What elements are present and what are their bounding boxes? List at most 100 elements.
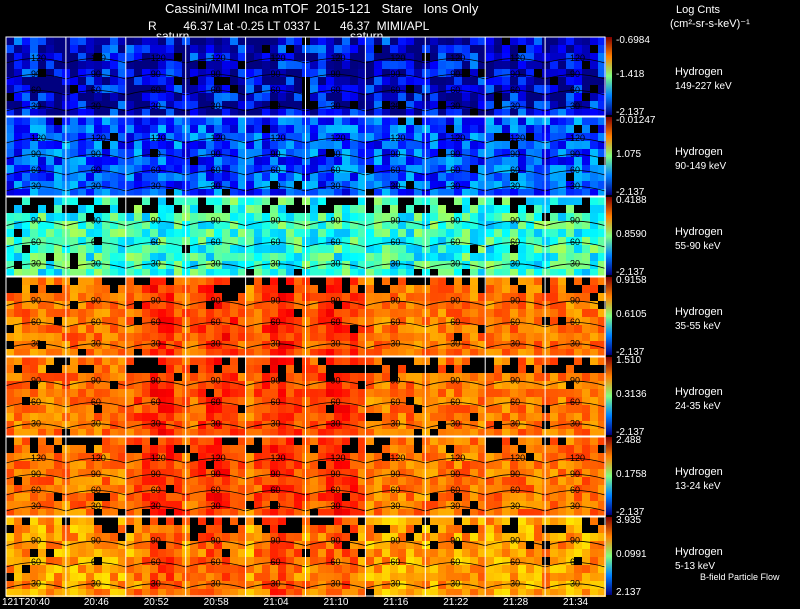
contour-label: 90 xyxy=(570,536,580,546)
contour-label: 60 xyxy=(271,165,281,175)
contour-label: 30 xyxy=(390,101,400,111)
contour-label: 90 xyxy=(151,536,161,546)
contour-label: 60 xyxy=(91,397,101,407)
contour-label: 30 xyxy=(271,181,281,191)
contour-label: 90 xyxy=(271,149,281,159)
contour-label: 30 xyxy=(570,578,580,588)
contour-label: 60 xyxy=(570,317,580,327)
time-tick-label: 21:16 xyxy=(383,597,409,608)
contour-label: 90 xyxy=(570,469,580,479)
contour-label: 90 xyxy=(570,69,580,79)
contour-label: 30 xyxy=(31,338,41,348)
energy-range-label: 13-24 keV xyxy=(675,481,721,492)
contour-label: 60 xyxy=(271,237,281,247)
contour-label: 60 xyxy=(330,85,340,95)
contour-label: 90 xyxy=(510,376,520,386)
contour-label: 30 xyxy=(510,578,520,588)
contour-label: 60 xyxy=(450,397,460,407)
contour-label: 30 xyxy=(91,501,101,511)
contour-label: 120 xyxy=(570,53,585,63)
contour-label: 90 xyxy=(271,296,281,306)
contour-label: 60 xyxy=(31,237,41,247)
contour-label: 120 xyxy=(510,453,525,463)
contour-label: 30 xyxy=(570,101,580,111)
contour-label: 60 xyxy=(450,317,460,327)
contour-label: 120 xyxy=(570,453,585,463)
contour-label: 90 xyxy=(91,536,101,546)
contour-label: 60 xyxy=(151,397,161,407)
contour-label: 30 xyxy=(570,418,580,428)
contour-label: 60 xyxy=(330,317,340,327)
contour-label: 30 xyxy=(91,578,101,588)
contour-label: 30 xyxy=(330,578,340,588)
colorbar xyxy=(606,517,612,595)
colorbar-max: 0.4188 xyxy=(616,195,647,206)
time-tick-label: 20:58 xyxy=(203,597,229,608)
panel-6: 90 60 30 90 60 30 90 60 30 90 60 30 90 60 30 90 60 30 90 60… xyxy=(5,516,612,597)
colorbar-mid: 0.8590 xyxy=(616,229,647,240)
contour-label: 90 xyxy=(450,296,460,306)
contour-label: 90 xyxy=(390,469,400,479)
contour-label: 60 xyxy=(271,397,281,407)
contour-label: 60 xyxy=(151,237,161,247)
contour-label: 90 xyxy=(450,469,460,479)
contour-label: 30 xyxy=(390,418,400,428)
contour-label: 60 xyxy=(450,485,460,495)
contour-label: 90 xyxy=(91,149,101,159)
contour-label: 30 xyxy=(91,338,101,348)
time-tick-label: 21:34 xyxy=(563,597,589,608)
contour-label: 60 xyxy=(390,237,400,247)
contour-label: 90 xyxy=(31,149,41,159)
contour-label: 30 xyxy=(450,501,460,511)
contour-label: 60 xyxy=(450,165,460,175)
contour-label: 60 xyxy=(570,237,580,247)
contour-label: 90 xyxy=(510,536,520,546)
contour-label: 30 xyxy=(151,501,161,511)
contour-label: 30 xyxy=(570,258,580,268)
colorbar-mid: 0.6105 xyxy=(616,309,647,320)
contour-label: 60 xyxy=(450,237,460,247)
contour-label: 120 xyxy=(330,53,345,63)
contour-label: 90 xyxy=(271,376,281,386)
contour-label: 120 xyxy=(91,453,106,463)
contour-label: 30 xyxy=(151,338,161,348)
contour-label: 60 xyxy=(31,85,41,95)
energy-range-label: 55-90 keV xyxy=(675,241,721,252)
contour-label: 30 xyxy=(390,181,400,191)
species-label: Hydrogen xyxy=(675,386,723,398)
contour-label: 120 xyxy=(570,133,585,143)
contour-label: 90 xyxy=(211,216,221,226)
contour-label: 30 xyxy=(211,338,221,348)
contour-label: 30 xyxy=(390,338,400,348)
contour-label: 60 xyxy=(510,485,520,495)
contour-label: 60 xyxy=(510,397,520,407)
contour-label: 120 xyxy=(510,133,525,143)
contour-label: 90 xyxy=(330,149,340,159)
colorbar-mid: 1.075 xyxy=(616,149,642,160)
colorbar-mid: 0.3136 xyxy=(616,389,647,400)
contour-label: 30 xyxy=(151,181,161,191)
contour-label: 90 xyxy=(91,296,101,306)
contour-label: 120 xyxy=(450,453,465,463)
panel-3: 90 60 30 90 60 30 90 60 30 90 60 30 90 60 30 90 60 30 90 60… xyxy=(5,276,612,357)
contour-label: 60 xyxy=(330,165,340,175)
contour-label: 60 xyxy=(390,397,400,407)
contour-label: 90 xyxy=(330,376,340,386)
contour-label: 120 xyxy=(390,453,405,463)
contour-label: 90 xyxy=(151,469,161,479)
contour-label: 60 xyxy=(570,165,580,175)
contour-label: 90 xyxy=(510,149,520,159)
contour-label: 30 xyxy=(330,181,340,191)
contour-label: 60 xyxy=(211,557,221,567)
contour-label: 60 xyxy=(211,165,221,175)
contour-label: 90 xyxy=(510,296,520,306)
contour-label: 30 xyxy=(211,181,221,191)
contour-label: 120 xyxy=(271,53,286,63)
contour-label: 60 xyxy=(211,237,221,247)
contour-label: 90 xyxy=(390,216,400,226)
contour-label: 90 xyxy=(570,149,580,159)
contour-label: 90 xyxy=(271,469,281,479)
contour-label: 30 xyxy=(91,181,101,191)
contour-label: 120 xyxy=(450,133,465,143)
contour-label: 60 xyxy=(91,165,101,175)
